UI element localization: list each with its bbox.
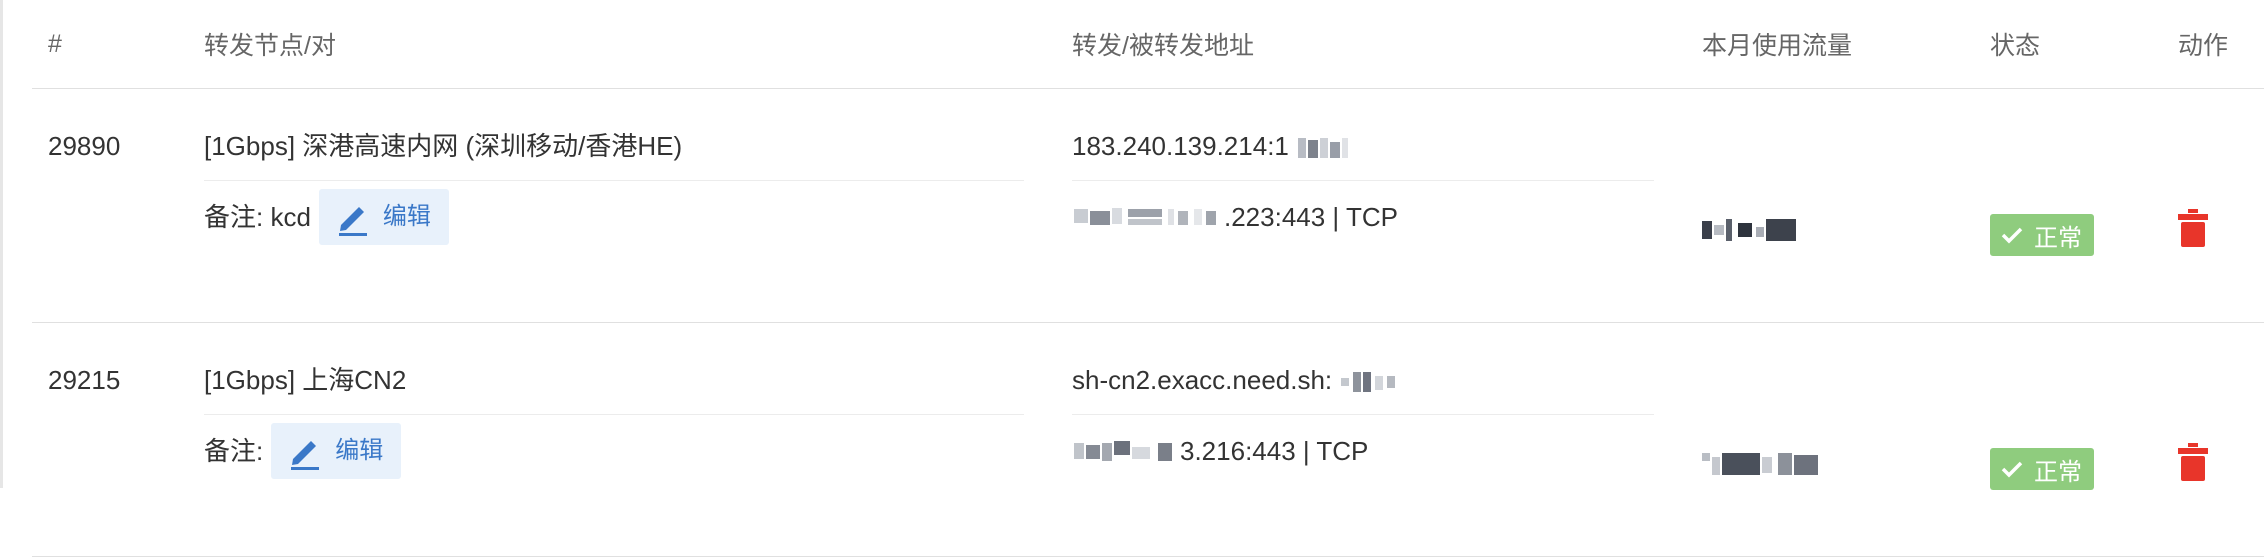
column-header-status: 状态 — [1974, 0, 2162, 89]
check-icon — [2001, 227, 2023, 244]
node-name: [1Gbps] 深港高速内网 (深圳移动/香港HE) — [204, 89, 1024, 181]
forward-address: 183.240.139.214:1 — [1072, 89, 1654, 181]
status-cell: 正常 — [1974, 88, 2162, 323]
status-text: 正常 — [2034, 458, 2082, 486]
table-row: 29215 [1Gbps] 上海CN2 备注: 编辑 sh-cn2.exacc.… — [32, 322, 2264, 557]
forward-address: sh-cn2.exacc.need.sh: — [1072, 323, 1654, 415]
node-cell: [1Gbps] 深港高速内网 (深圳移动/香港HE) 备注: kcd 编辑 — [188, 88, 1056, 323]
address-cell: sh-cn2.exacc.need.sh: 3.216:443 | TCP — [1056, 322, 1686, 557]
status-badge: 正常 — [1990, 448, 2094, 490]
column-header-address: 转发/被转发地址 — [1056, 0, 1686, 89]
address-cell: 183.240.139.214:1 .223:443 | TCP — [1056, 88, 1686, 323]
traffic-value — [1702, 89, 1958, 243]
action-cell — [2162, 322, 2264, 557]
target-address-text: 3.216:443 | TCP — [1180, 436, 1369, 466]
target-address: 3.216:443 | TCP — [1072, 415, 1670, 487]
traffic-value — [1702, 323, 1958, 477]
page: # 转发节点/对 转发/被转发地址 本月使用流量 状态 动作 29890 [1G… — [0, 0, 2264, 557]
note-row: 备注: kcd 编辑 — [204, 181, 1040, 253]
node-name: [1Gbps] 上海CN2 — [204, 323, 1024, 415]
trash-icon[interactable] — [2178, 209, 2208, 247]
redacted-mask — [1702, 219, 1796, 241]
column-header-node: 转发节点/对 — [188, 0, 1056, 89]
status-badge: 正常 — [1990, 214, 2094, 256]
column-header-id: # — [32, 0, 188, 89]
redacted-mask — [1074, 441, 1172, 461]
trash-icon[interactable] — [2178, 443, 2208, 481]
traffic-cell — [1686, 322, 1974, 557]
redacted-mask — [1702, 453, 1818, 475]
node-cell: [1Gbps] 上海CN2 备注: 编辑 — [188, 322, 1056, 557]
target-address-text: .223:443 | TCP — [1224, 202, 1398, 232]
redacted-mask — [1074, 208, 1216, 225]
rule-id: 29890 — [32, 88, 188, 323]
traffic-cell — [1686, 88, 1974, 323]
note-label: 备注: kcd — [204, 202, 311, 232]
pencil-icon — [291, 441, 320, 470]
status-cell: 正常 — [1974, 322, 2162, 557]
redacted-mask — [1341, 372, 1396, 393]
edit-label: 编辑 — [382, 203, 431, 230]
table-row: 29890 [1Gbps] 深港高速内网 (深圳移动/香港HE) 备注: kcd… — [32, 88, 2264, 323]
status-text: 正常 — [2034, 224, 2082, 252]
pencil-icon — [338, 207, 367, 236]
table-header-row: # 转发节点/对 转发/被转发地址 本月使用流量 状态 动作 — [32, 0, 2264, 89]
forward-rules-table: # 转发节点/对 转发/被转发地址 本月使用流量 状态 动作 29890 [1G… — [32, 0, 2264, 557]
forward-address-text: sh-cn2.exacc.need.sh: — [1072, 365, 1333, 395]
redacted-mask — [1298, 138, 1349, 159]
column-header-action: 动作 — [2162, 0, 2264, 89]
note-label: 备注: — [204, 436, 264, 466]
forward-address-text: 183.240.139.214:1 — [1072, 131, 1289, 161]
edit-label: 编辑 — [335, 437, 384, 464]
left-border — [0, 0, 3, 488]
note-row: 备注: 编辑 — [204, 415, 1040, 487]
check-icon — [2001, 461, 2023, 478]
target-address: .223:443 | TCP — [1072, 181, 1670, 253]
edit-note-button[interactable]: 编辑 — [318, 189, 449, 245]
edit-note-button[interactable]: 编辑 — [271, 423, 402, 479]
rule-id: 29215 — [32, 322, 188, 557]
action-cell — [2162, 88, 2264, 323]
column-header-traffic: 本月使用流量 — [1686, 0, 1974, 89]
